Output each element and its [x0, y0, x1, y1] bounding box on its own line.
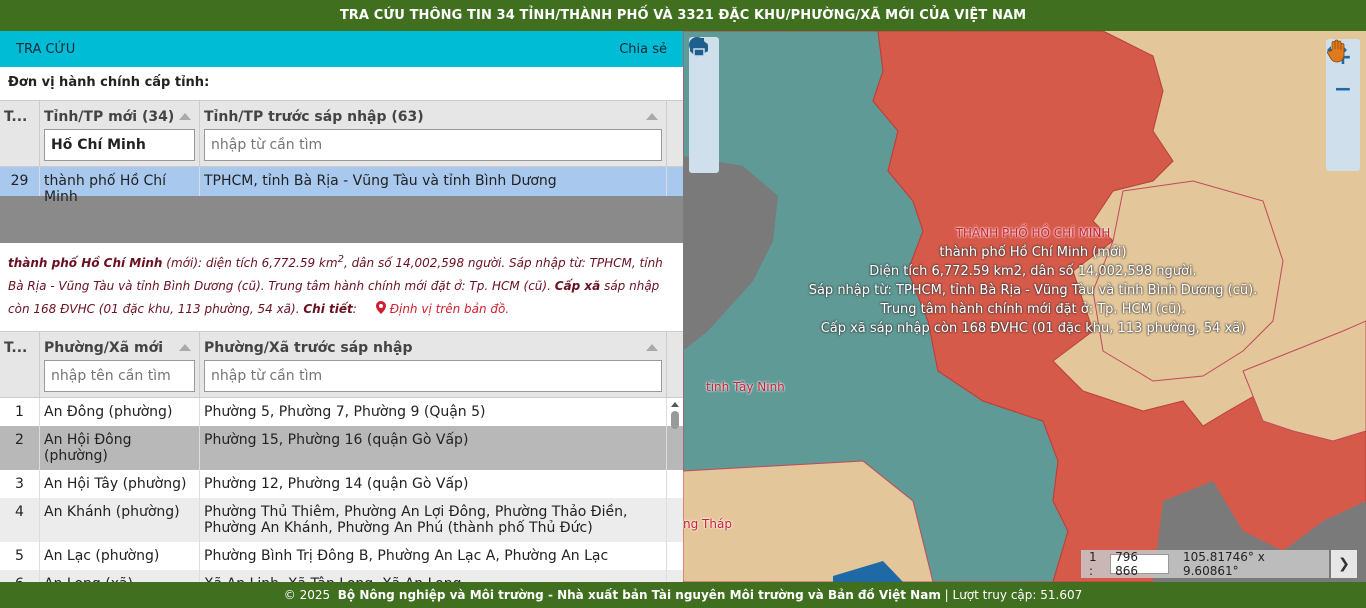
zoom-out-icon[interactable]: − — [1326, 73, 1360, 105]
map-popup-line: Cấp xã sáp nhập còn 168 ĐVHC (01 đặc khu… — [820, 321, 1246, 336]
chevron-right-icon[interactable]: ❯ — [1331, 550, 1357, 578]
province-section-title: Đơn vị hành chính cấp tỉnh: — [8, 75, 210, 90]
ward-grid-header: T... Phường/Xã mới Phường/Xã trước sáp n… — [0, 332, 683, 398]
scroll-up-icon[interactable] — [671, 402, 679, 407]
row-old-province: TPHCM, tỉnh Bà Rịa - Vũng Tàu và tỉnh Bì… — [200, 167, 667, 196]
info-name: thành phố Hồ Chí Minh — [8, 256, 163, 270]
zoom-toolbar: + − — [1326, 39, 1360, 171]
table-row[interactable]: 6 An Long (xã) Xã An Linh, Xã Tân Long, … — [0, 570, 683, 582]
location-marker-icon[interactable] — [689, 37, 719, 105]
sort-icon[interactable] — [646, 113, 658, 120]
table-row[interactable]: 29 thành phố Hồ Chí Minh TPHCM, tỉnh Bà … — [0, 167, 683, 205]
sort-icon[interactable] — [179, 113, 191, 120]
ward-grid-scrollbar[interactable] — [669, 400, 681, 581]
province-grid: T... Tỉnh/TP mới (34) Tỉnh/TP trước sáp … — [0, 100, 683, 243]
coordinates-readout: 105.81746° x 9.60861° — [1182, 550, 1265, 578]
col-index-header[interactable]: T... — [0, 101, 40, 166]
map-popup-title: THÀNH PHỐ HỒ CHÍ MINH — [955, 226, 1111, 240]
map-label-tay-ninh: tỉnh Tây Ninh — [706, 380, 785, 394]
header-scroll-spacer — [667, 101, 683, 166]
map-label-dong-thap: ng Tháp — [683, 517, 732, 531]
map-popup-line: Diện tích 6,772.59 km2, dân số 14,002,59… — [869, 264, 1197, 279]
search-bar: TRA CỨU Chia sẻ — [0, 31, 683, 67]
map-pin-icon[interactable] — [372, 301, 390, 316]
footer-visits: | Lượt truy cập: 51.607 — [944, 588, 1083, 602]
left-panel: TRA CỨU Chia sẻ Đơn vị hành chính cấp tỉ… — [0, 31, 683, 582]
table-row[interactable]: 2 An Hội Đông (phường) Phường 15, Phường… — [0, 426, 683, 470]
scale-bar: 1 : 796 866 105.81746° x 9.60861° — [1081, 550, 1329, 578]
app-title-bar: TRA CỨU THÔNG TIN 34 TỈNH/THÀNH PHỐ VÀ 3… — [0, 0, 1366, 31]
map-view[interactable]: + − THÀNH PHỐ HỒ CHÍ MINH thành phố Hồ C… — [683, 31, 1366, 582]
ward-grid: T... Phường/Xã mới Phường/Xã trước sáp n… — [0, 331, 683, 582]
ward-grid-body: 1 An Đông (phường) Phường 5, Phường 7, P… — [0, 398, 683, 582]
new-province-filter-input[interactable] — [44, 129, 195, 161]
table-row[interactable]: 3 An Hội Tây (phường) Phường 12, Phường … — [0, 470, 683, 498]
table-row[interactable]: 1 An Đông (phường) Phường 5, Phường 7, P… — [0, 398, 683, 426]
eraser-icon[interactable] — [689, 38, 719, 138]
sort-icon[interactable] — [646, 344, 658, 351]
province-grid-body: 29 thành phố Hồ Chí Minh TPHCM, tỉnh Bà … — [0, 167, 683, 243]
col-new-province-header[interactable]: Tỉnh/TP mới (34) — [40, 101, 200, 166]
col-index-header[interactable]: T... — [0, 332, 40, 397]
col-old-province-header[interactable]: Tỉnh/TP trước sáp nhập (63) — [200, 101, 667, 166]
hand-pan-icon[interactable] — [1326, 39, 1360, 169]
footer: © 2025 Bộ Nông nghiệp và Môi trường - Nh… — [0, 582, 1366, 608]
scale-input[interactable]: 796 866 — [1110, 550, 1169, 578]
info-cap-xa: Cấp xã — [554, 279, 601, 293]
province-info: thành phố Hồ Chí Minh (mới): diện tích 6… — [8, 254, 663, 316]
map-popup-line: thành phố Hồ Chí Minh (mới) — [939, 245, 1127, 260]
province-grid-header: T... Tỉnh/TP mới (34) Tỉnh/TP trước sáp … — [0, 101, 683, 167]
map-toolbar — [689, 37, 719, 173]
footer-copyright: © 2025 — [283, 588, 331, 602]
row-index: 29 — [0, 167, 40, 196]
old-province-filter-input[interactable] — [204, 129, 662, 161]
share-link[interactable]: Chia sẻ — [619, 42, 667, 57]
info-chi-tiet: Chi tiết — [303, 302, 353, 316]
col-new-ward-header[interactable]: Phường/Xã mới — [40, 332, 200, 397]
locate-on-map-link[interactable]: Định vị trên bản đồ. — [390, 302, 510, 316]
header-scroll-spacer — [667, 332, 683, 397]
map-popup-line: Sáp nhập từ: TPHCM, tỉnh Bà Rịa - Vũng T… — [808, 283, 1258, 298]
sort-icon[interactable] — [179, 344, 191, 351]
row-new-province: thành phố Hồ Chí Minh — [40, 167, 200, 205]
map-popup-label: THÀNH PHỐ HỒ CHÍ MINH thành phố Hồ Chí M… — [783, 224, 1283, 338]
app-title: TRA CỨU THÔNG TIN 34 TỈNH/THÀNH PHỐ VÀ 3… — [339, 8, 1027, 23]
search-tab[interactable]: TRA CỨU — [16, 42, 75, 57]
table-row[interactable]: 5 An Lạc (phường) Phường Bình Trị Đông B… — [0, 542, 683, 570]
old-ward-filter-input[interactable] — [204, 360, 662, 392]
new-ward-filter-input[interactable] — [44, 360, 195, 392]
table-row[interactable]: 4 An Khánh (phường) Phường Thủ Thiêm, Ph… — [0, 498, 683, 542]
pan-arrows-icon[interactable] — [1326, 40, 1360, 137]
scroll-thumb[interactable] — [671, 411, 679, 429]
scale-prefix: 1 : — [1089, 550, 1097, 578]
map-popup-line: Trung tâm hành chính mới đặt ở: Tp. HCM … — [880, 302, 1186, 317]
footer-org: Bộ Nông nghiệp và Môi trường - Nhà xuất … — [337, 588, 941, 602]
print-icon[interactable] — [689, 38, 719, 171]
col-old-ward-header[interactable]: Phường/Xã trước sáp nhập — [200, 332, 667, 397]
